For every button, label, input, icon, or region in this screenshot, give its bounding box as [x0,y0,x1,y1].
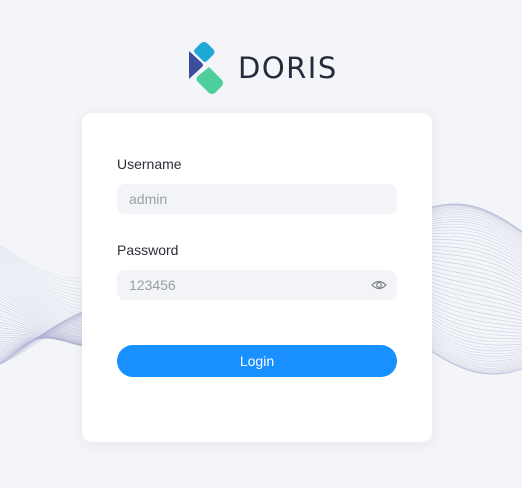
brand-name: DORIS [238,50,338,85]
password-input[interactable] [117,270,397,300]
doris-logo-icon [189,42,223,94]
password-label: Password [117,242,179,258]
login-button[interactable]: Login [117,345,397,377]
username-label: Username [117,156,182,172]
logo-mark-green [196,67,223,94]
username-field-wrapper [117,184,397,214]
username-input[interactable] [117,184,397,214]
password-field-wrapper [117,270,397,300]
brand-logo: DORIS [186,40,338,96]
eye-icon[interactable] [371,278,387,292]
login-card: Username Password Login [82,113,432,442]
